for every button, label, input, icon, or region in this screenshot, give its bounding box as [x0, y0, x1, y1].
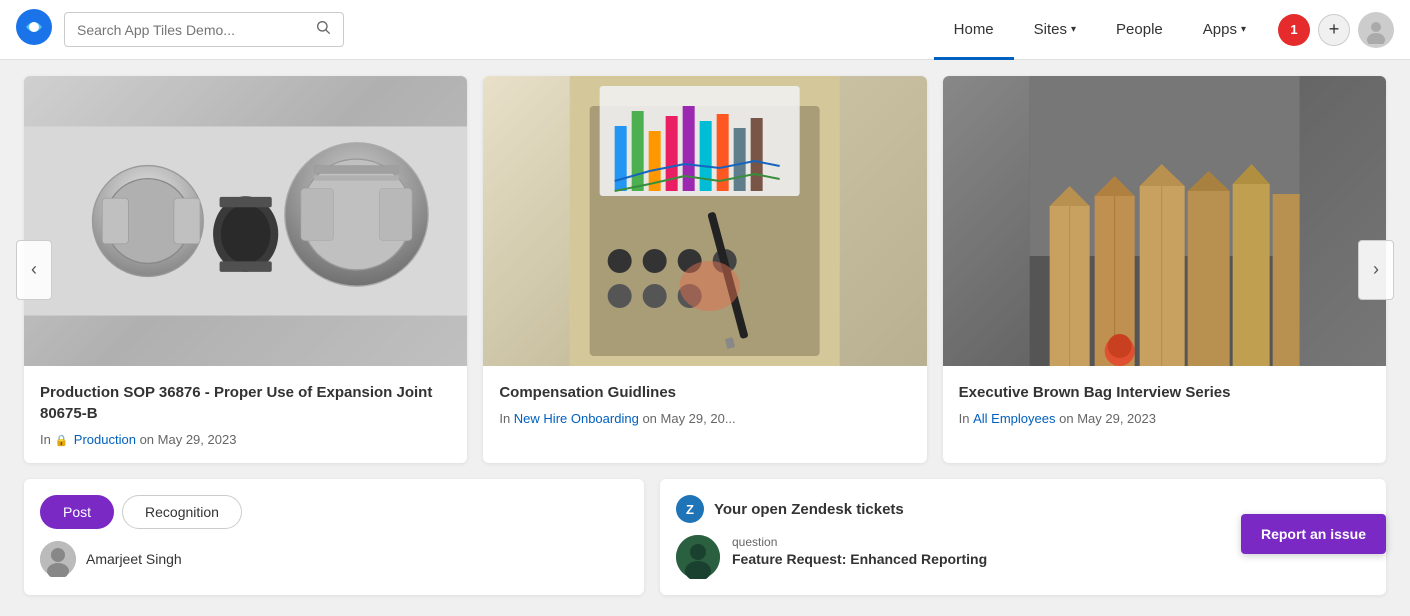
logo[interactable] [16, 9, 64, 50]
nav-links: Home Sites ▾ People Apps ▾ [934, 0, 1266, 60]
author-avatar [40, 541, 76, 577]
carousel-wrapper: Production SOP 36876 - Proper Use of Exp… [24, 76, 1386, 463]
chevron-down-icon: ▾ [1241, 24, 1246, 35]
main-content: ‹ [0, 60, 1410, 611]
card-title-chart: Compensation Guidlines [499, 382, 910, 403]
zendesk-icon: Z [676, 495, 704, 523]
user-avatar[interactable] [1358, 12, 1394, 48]
tab-recognition[interactable]: Recognition [122, 495, 242, 529]
notification-badge[interactable]: 1 [1278, 14, 1310, 46]
category-link-onboarding[interactable]: New Hire Onboarding [514, 411, 639, 426]
lock-icon: 🔒 [54, 435, 68, 447]
nav-people[interactable]: People [1096, 0, 1183, 60]
category-link-allemployees[interactable]: All Employees [973, 411, 1055, 426]
card-chart[interactable]: Compensation Guidlines In New Hire Onboa… [483, 76, 926, 463]
card-bolts[interactable]: Production SOP 36876 - Proper Use of Exp… [24, 76, 467, 463]
post-author: Amarjeet Singh [40, 541, 628, 577]
ticket-avatar [676, 535, 720, 579]
carousel-prev-button[interactable]: ‹ [16, 240, 52, 300]
card-meta-bags: In All Employees on May 29, 2023 [959, 411, 1370, 426]
ticket-type: question [732, 535, 987, 549]
card-title-bolts: Production SOP 36876 - Proper Use of Exp… [40, 382, 451, 424]
post-panel: Post Recognition Amarjeet Singh [24, 479, 644, 595]
zendesk-title: Your open Zendesk tickets [714, 501, 904, 518]
author-name: Amarjeet Singh [86, 551, 182, 567]
nav-home[interactable]: Home [934, 0, 1014, 60]
card-body-bolts: Production SOP 36876 - Proper Use of Exp… [24, 366, 467, 463]
search-bar[interactable] [64, 12, 344, 47]
ticket-subject: Feature Request: Enhanced Reporting [732, 551, 987, 567]
card-image-bolts [24, 76, 467, 366]
card-body-chart: Compensation Guidlines In New Hire Onboa… [483, 366, 926, 442]
carousel-section: ‹ [24, 76, 1386, 463]
search-input[interactable] [77, 22, 309, 38]
card-meta-chart: In New Hire Onboarding on May 29, 20... [499, 411, 910, 426]
category-link-production[interactable]: Production [74, 432, 136, 447]
tab-post[interactable]: Post [40, 495, 114, 529]
card-title-bags: Executive Brown Bag Interview Series [959, 382, 1370, 403]
add-button[interactable]: + [1318, 14, 1350, 46]
navbar: Home Sites ▾ People Apps ▾ 1 + [0, 0, 1410, 60]
card-image-chart [483, 76, 926, 366]
chevron-down-icon: ▾ [1071, 24, 1076, 35]
nav-sites[interactable]: Sites ▾ [1014, 0, 1096, 60]
card-bags[interactable]: Executive Brown Bag Interview Series In … [943, 76, 1386, 463]
report-issue-button[interactable]: Report an issue [1241, 514, 1386, 554]
bottom-section: Post Recognition Amarjeet Singh Z Your o… [24, 479, 1386, 595]
carousel-next-button[interactable]: › [1358, 240, 1394, 300]
post-tabs: Post Recognition [40, 495, 628, 529]
nav-apps[interactable]: Apps ▾ [1183, 0, 1266, 60]
ticket-info: question Feature Request: Enhanced Repor… [732, 535, 987, 567]
card-body-bags: Executive Brown Bag Interview Series In … [943, 366, 1386, 442]
card-image-bags [943, 76, 1386, 366]
card-meta-bolts: In 🔒 Production on May 29, 2023 [40, 432, 451, 447]
search-icon [315, 19, 331, 40]
nav-actions: 1 + [1278, 12, 1394, 48]
